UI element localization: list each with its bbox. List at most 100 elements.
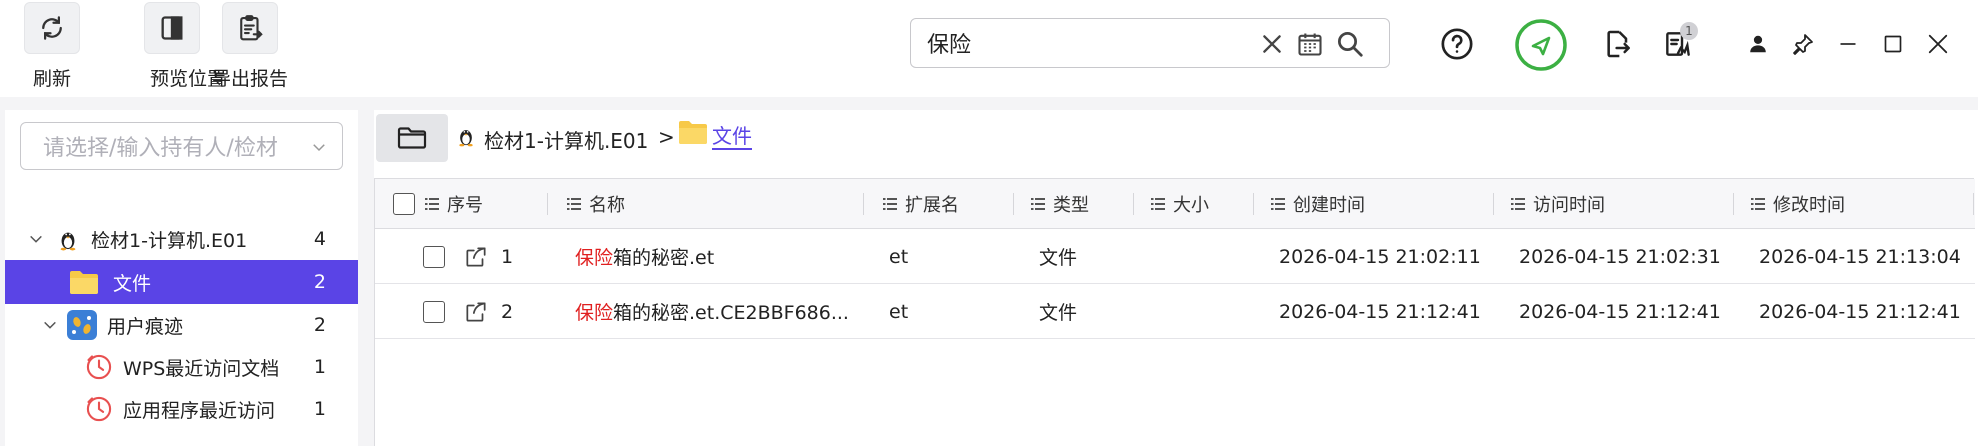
- row-name-match: 保险: [575, 247, 614, 269]
- preview-panel-icon: [144, 2, 200, 54]
- export-report-icon: [222, 2, 278, 54]
- list-icon: [567, 197, 581, 211]
- row-type: 文件: [1039, 302, 1078, 324]
- export-report-button[interactable]: 导出报告: [212, 2, 288, 91]
- launch-icon[interactable]: [1514, 18, 1568, 72]
- row-checkbox[interactable]: [423, 284, 445, 339]
- col-created[interactable]: 创建时间: [1271, 179, 1365, 229]
- user-trace-icon: [67, 310, 97, 340]
- folder-browse-button[interactable]: [376, 114, 448, 162]
- row-created: 2026-04-15 21:12:41: [1279, 300, 1481, 323]
- row-modified: 2026-04-15 21:12:41: [1759, 300, 1961, 323]
- row-modified: 2026-04-15 21:13:04: [1759, 245, 1961, 268]
- linux-tux-icon: [456, 124, 476, 148]
- row-accessed: 2026-04-15 21:02:31: [1519, 245, 1721, 268]
- tree-item-label: 应用程序最近访问: [123, 399, 276, 422]
- notification-badge: 1: [1680, 22, 1698, 40]
- row-extension: et: [889, 300, 909, 323]
- row-created: 2026-04-15 21:02:11: [1279, 245, 1481, 268]
- folder-icon: [69, 269, 99, 295]
- table-row[interactable]: 1 保险 箱的秘密.et et 文件 2026-04-15 21:02:11 20…: [375, 229, 1975, 284]
- list-icon: [1751, 197, 1765, 211]
- tree-item-app-recent[interactable]: 应用程序最近访问 1: [5, 388, 358, 430]
- breadcrumb-separator: >: [658, 125, 675, 149]
- col-created-label: 创建时间: [1293, 195, 1365, 216]
- col-accessed[interactable]: 访问时间: [1511, 179, 1605, 229]
- tree-item-count: 2: [313, 314, 326, 336]
- row-name-match: 保险: [575, 302, 614, 324]
- preview-location-button[interactable]: 预览位置: [118, 2, 226, 91]
- evidence-tree-panel: 请选择/输入持有人/检材 检材1-计算机.E01 4 文件 2 用户痕迹 2 W…: [5, 110, 358, 446]
- search-input[interactable]: [927, 30, 1247, 56]
- linux-tux-icon: [57, 227, 79, 251]
- row-name[interactable]: 保险 箱的秘密.et: [575, 229, 714, 284]
- chevron-down-icon[interactable]: [27, 230, 45, 248]
- search-icon[interactable]: [1335, 29, 1365, 59]
- clear-icon[interactable]: [1257, 29, 1287, 59]
- row-extension: et: [889, 245, 909, 268]
- row-index: 2: [501, 300, 514, 323]
- list-icon: [883, 197, 897, 211]
- file-export-icon[interactable]: [1598, 22, 1638, 66]
- open-external-icon[interactable]: [463, 229, 489, 284]
- toolbar: 刷新 预览位置 导出报告 保险 1: [0, 0, 1978, 97]
- tree-item-count: 4: [313, 228, 326, 250]
- row-name-rest: 箱的秘密.et.CE2BBF686...: [613, 302, 849, 324]
- close-icon[interactable]: [1918, 22, 1958, 66]
- tree-item-wps-recent[interactable]: WPS最近访问文档 1: [5, 346, 358, 388]
- calendar-icon[interactable]: [1295, 29, 1325, 59]
- col-index[interactable]: 序号: [425, 179, 483, 229]
- refresh-icon: [24, 2, 80, 54]
- tree-item-evidence[interactable]: 检材1-计算机.E01 4: [5, 218, 358, 260]
- refresh-label: 刷新: [32, 68, 71, 90]
- tree-item-files[interactable]: 文件 2: [5, 260, 358, 304]
- owner-select-placeholder: 请选择/输入持有人/检材: [43, 136, 278, 161]
- task-list-icon[interactable]: 1: [1658, 22, 1698, 66]
- select-all-checkbox[interactable]: [393, 179, 415, 229]
- table-row[interactable]: 2 保险 箱的秘密.et.CE2BBF686... et 文件 2026-04-1…: [375, 284, 1975, 339]
- pin-icon[interactable]: [1783, 22, 1823, 66]
- chevron-down-icon[interactable]: [41, 316, 59, 334]
- col-type[interactable]: 类型: [1031, 179, 1089, 229]
- breadcrumb-evidence[interactable]: 检材1-计算机.E01: [484, 125, 648, 154]
- table-header: 序号 名称 扩展名 类型 大小 创建时间 访问时间 修改时间: [375, 179, 1975, 229]
- col-accessed-label: 访问时间: [1533, 195, 1605, 216]
- export-report-label: 导出报告: [212, 68, 289, 90]
- list-icon: [1511, 197, 1525, 211]
- file-table: 序号 名称 扩展名 类型 大小 创建时间 访问时间 修改时间 1 保险 箱的秘密…: [374, 178, 1975, 446]
- user-icon[interactable]: [1738, 22, 1778, 66]
- minimize-icon[interactable]: [1828, 22, 1868, 66]
- refresh-button[interactable]: 刷新: [24, 2, 80, 91]
- row-checkbox[interactable]: [423, 229, 445, 284]
- chevron-down-icon: [310, 137, 328, 162]
- tree-item-label: 检材1-计算机.E01: [91, 229, 248, 252]
- tree-item-count: 1: [313, 356, 326, 378]
- open-external-icon[interactable]: [463, 284, 489, 339]
- tree-item-label: WPS最近访问文档: [123, 357, 280, 380]
- tree-item-label: 文件: [113, 272, 152, 295]
- col-extension-label: 扩展名: [905, 195, 959, 216]
- owner-select[interactable]: 请选择/输入持有人/检材: [20, 122, 343, 170]
- col-index-label: 序号: [447, 195, 483, 216]
- row-index: 1: [501, 245, 514, 268]
- col-modified[interactable]: 修改时间: [1751, 179, 1845, 229]
- tree-item-user-traces[interactable]: 用户痕迹 2: [5, 304, 358, 346]
- row-name[interactable]: 保险 箱的秘密.et.CE2BBF686...: [575, 284, 849, 339]
- breadcrumb: 检材1-计算机.E01 > 文件: [374, 110, 1978, 168]
- col-extension[interactable]: 扩展名: [883, 179, 959, 229]
- search-box: [910, 18, 1390, 68]
- list-icon: [1151, 197, 1165, 211]
- col-modified-label: 修改时间: [1773, 195, 1845, 216]
- col-name[interactable]: 名称: [567, 179, 625, 229]
- row-type: 文件: [1039, 247, 1078, 269]
- tree-item-count: 1: [313, 398, 326, 420]
- clock-icon: [85, 353, 113, 381]
- col-size-label: 大小: [1173, 195, 1209, 216]
- row-name-rest: 箱的秘密.et: [613, 247, 715, 269]
- maximize-icon[interactable]: [1873, 22, 1913, 66]
- help-icon[interactable]: [1437, 22, 1477, 66]
- clock-icon: [85, 395, 113, 423]
- breadcrumb-folder[interactable]: 文件: [712, 124, 752, 150]
- col-type-label: 类型: [1053, 195, 1089, 216]
- col-size[interactable]: 大小: [1151, 179, 1209, 229]
